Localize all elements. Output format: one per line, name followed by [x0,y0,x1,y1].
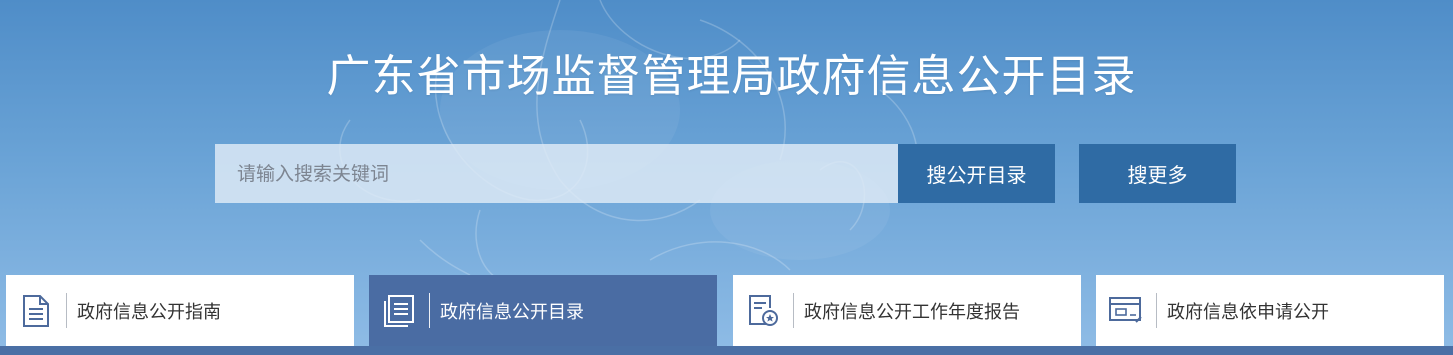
nav-card-label: 政府信息公开工作年度报告 [804,301,1020,323]
application-form-icon [1096,275,1156,346]
nav-card-application[interactable]: 政府信息依申请公开 [1096,275,1444,346]
card-divider [429,293,430,328]
card-divider [66,293,67,328]
nav-card-label: 政府信息公开目录 [440,301,584,323]
page-title: 广东省市场监督管理局政府信息公开目录 [326,51,1137,102]
bottom-accent-bar [0,346,1453,355]
card-divider [793,293,794,328]
search-catalog-button[interactable]: 搜公开目录 [898,144,1055,203]
search-bar: 搜公开目录 [215,144,1055,203]
nav-card-guide[interactable]: 政府信息公开指南 [6,275,354,346]
card-divider [1156,293,1157,328]
search-more-button[interactable]: 搜更多 [1079,144,1236,203]
nav-card-catalog[interactable]: 政府信息公开目录 [369,275,717,346]
search-input[interactable] [215,144,898,203]
report-badge-icon [733,275,793,346]
nav-card-label: 政府信息依申请公开 [1167,301,1329,323]
catalog-list-icon [369,275,429,346]
nav-card-annual-report[interactable]: 政府信息公开工作年度报告 [733,275,1081,346]
nav-card-label: 政府信息公开指南 [77,301,221,323]
document-lines-icon [6,275,66,346]
